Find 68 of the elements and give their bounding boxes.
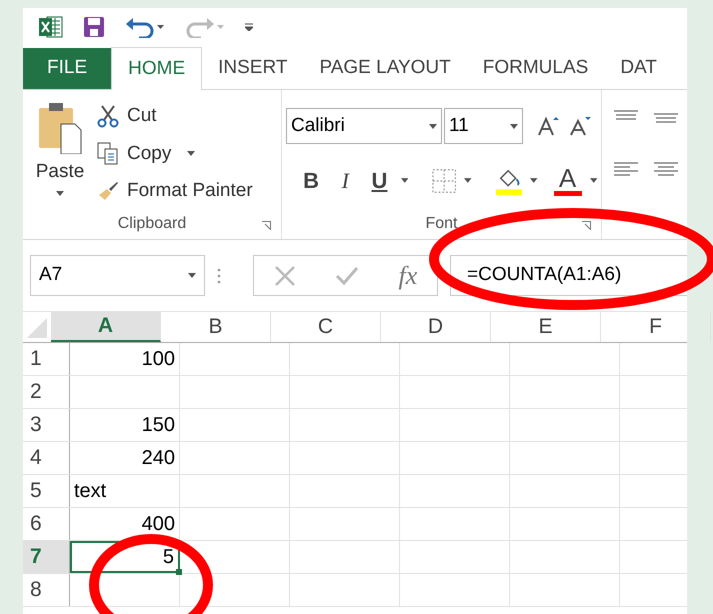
column-header[interactable]: D — [381, 312, 491, 342]
insert-function-button[interactable]: fx — [398, 256, 418, 295]
ribbon-tab[interactable]: FORMULAS — [466, 48, 604, 89]
dropdown-caret-icon — [530, 178, 538, 183]
shrink-font-icon[interactable] — [569, 115, 591, 137]
grow-font-icon[interactable] — [537, 115, 559, 137]
group-label: Clipboard — [118, 214, 186, 234]
ribbon-tab[interactable]: PAGE LAYOUT — [303, 48, 467, 89]
row-header[interactable]: 2 — [23, 376, 70, 408]
align-left-icon[interactable] — [614, 162, 638, 178]
format-painter-button[interactable]: Format Painter — [97, 177, 253, 206]
save-icon[interactable] — [83, 16, 105, 38]
row-header[interactable]: 1 — [23, 343, 70, 375]
ribbon-tab[interactable]: DAT — [604, 48, 673, 89]
table-cell[interactable]: 100 — [70, 343, 180, 375]
italic-button[interactable]: I — [332, 164, 358, 197]
font-size-dropdown[interactable]: 11 — [444, 108, 523, 144]
dropdown-caret-icon — [400, 178, 408, 183]
dropdown-caret-icon — [510, 124, 518, 128]
more-options-icon[interactable] — [217, 268, 221, 284]
dropdown-caret-icon — [188, 273, 196, 278]
dropdown-caret-icon — [56, 190, 64, 196]
column-header[interactable]: F — [601, 312, 711, 342]
underline-button[interactable]: U — [366, 164, 393, 197]
row-header[interactable]: 7 — [23, 541, 70, 573]
copy-icon — [97, 142, 119, 166]
scissors-icon — [97, 104, 119, 128]
name-box[interactable]: A7 — [30, 255, 205, 296]
column-header[interactable]: A — [51, 312, 161, 342]
dialog-launcher-icon[interactable] — [582, 221, 591, 230]
copy-button[interactable]: Copy — [97, 140, 253, 168]
dropdown-caret-icon — [464, 178, 472, 183]
dropdown-caret-icon — [187, 151, 196, 156]
cut-button[interactable]: Cut — [97, 102, 253, 130]
font-color-button[interactable]: A — [554, 165, 582, 196]
borders-icon[interactable] — [432, 168, 456, 194]
fill-handle[interactable] — [176, 569, 182, 575]
paste-button[interactable]: Paste — [23, 102, 97, 209]
row-header[interactable]: 3 — [23, 409, 70, 441]
checkmark-icon[interactable] — [335, 266, 360, 286]
align-center-icon[interactable] — [654, 162, 678, 178]
row-header[interactable]: 4 — [23, 442, 70, 474]
table-cell[interactable]: text — [70, 475, 180, 507]
ribbon-tab[interactable]: INSERT — [202, 48, 304, 89]
paintbrush-icon — [97, 181, 119, 202]
row-header[interactable]: 6 — [23, 508, 70, 540]
column-header[interactable]: E — [491, 312, 601, 342]
customize-toolbar-icon[interactable] — [245, 23, 253, 31]
bold-button[interactable]: B — [298, 164, 324, 197]
font-name-dropdown[interactable]: Calibri — [286, 108, 442, 144]
column-header[interactable]: C — [271, 312, 381, 342]
column-header[interactable]: B — [161, 312, 271, 342]
row-header[interactable]: 5 — [23, 475, 70, 507]
table-cell[interactable]: 400 — [70, 508, 180, 540]
clipboard-icon — [37, 102, 83, 154]
formula-input[interactable]: =COUNTA(A1:A6) — [450, 255, 687, 296]
dropdown-caret-icon — [429, 124, 437, 128]
file-tab[interactable]: FILE — [23, 48, 112, 89]
table-cell[interactable]: 5 — [70, 541, 180, 573]
table-cell[interactable]: 150 — [70, 409, 180, 441]
undo-icon[interactable] — [125, 16, 165, 38]
ribbon-tab[interactable]: HOME — [111, 47, 202, 90]
dropdown-caret-icon — [590, 178, 597, 183]
dialog-launcher-icon[interactable] — [262, 221, 271, 230]
row-header[interactable]: 8 — [23, 574, 70, 606]
group-label: Font — [425, 214, 458, 234]
table-cell[interactable]: 240 — [70, 442, 180, 474]
spreadsheet-app-icon[interactable] — [39, 16, 63, 38]
